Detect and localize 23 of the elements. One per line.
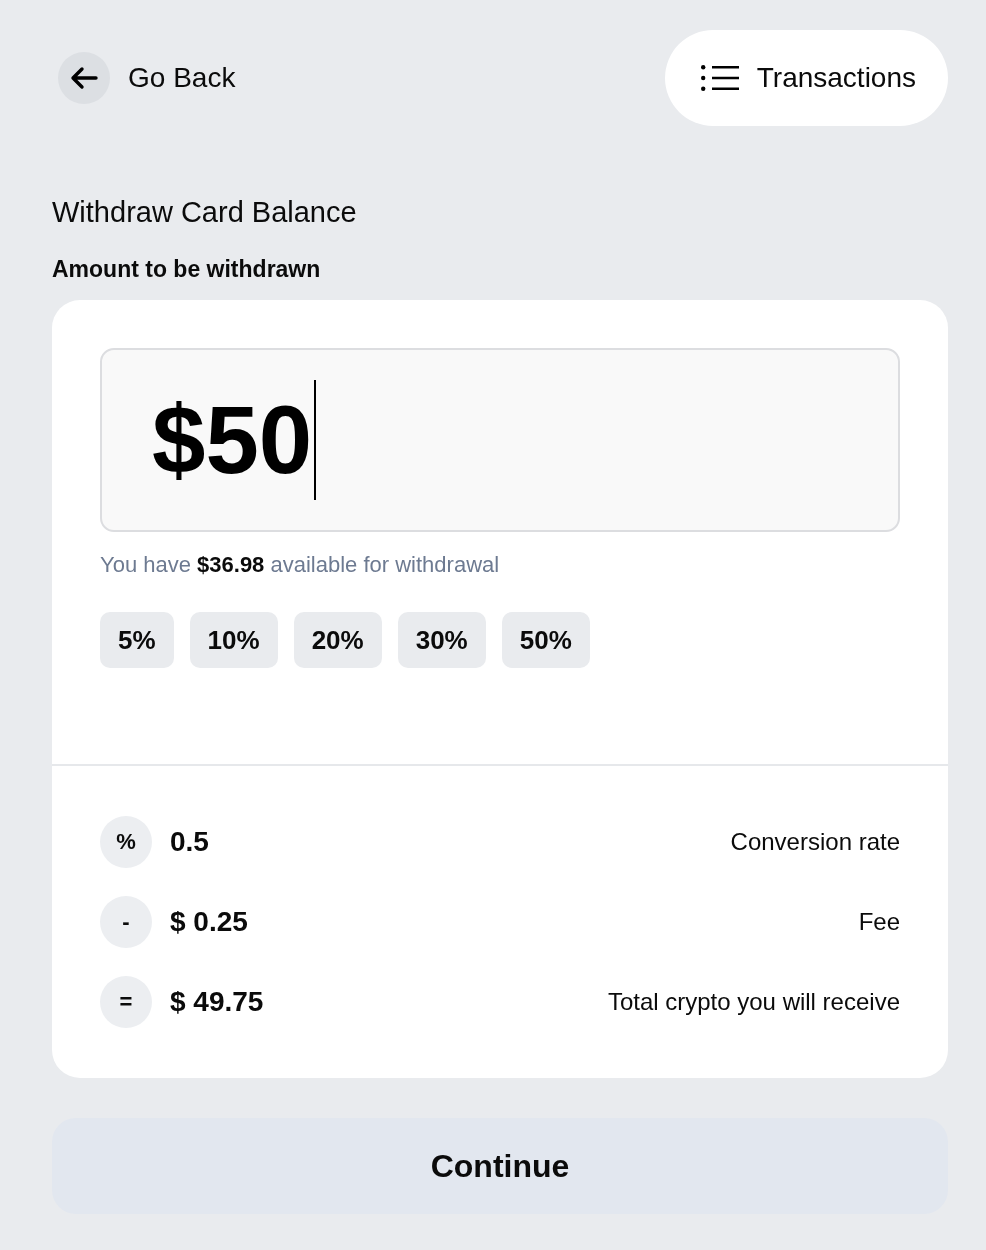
summary-label: Total crypto you will receive — [607, 988, 900, 1016]
back-button[interactable]: Go Back — [52, 52, 236, 104]
percent-preset-button[interactable]: 5% — [100, 612, 174, 668]
arrow-left-icon — [58, 52, 110, 104]
symbol-badge: = — [100, 976, 152, 1028]
percent-preset-button[interactable]: 50% — [501, 612, 590, 668]
symbol-badge: - — [100, 896, 152, 948]
symbol-badge: % — [100, 816, 152, 868]
amount-label: Amount to be withdrawn — [52, 256, 322, 282]
page-title: Withdraw Card Balance — [52, 196, 358, 228]
summary-value: $ 0.25 — [170, 906, 248, 938]
percent-preset-button[interactable]: 20% — [293, 612, 382, 668]
summary-label: Conversion rate — [730, 828, 900, 856]
summary-value: $ 49.75 — [170, 986, 264, 1018]
summary-label: Fee — [858, 908, 900, 936]
summary-value: 0.5 — [170, 826, 209, 858]
amount-input[interactable]: $50 — [100, 348, 900, 532]
percent-preset-button[interactable]: 30% — [397, 612, 486, 668]
percent-preset-button[interactable]: 10% — [189, 612, 278, 668]
transactions-button[interactable]: Transactions — [664, 30, 948, 126]
continue-button[interactable]: Continue — [52, 1118, 948, 1214]
available-balance-note: You have $36.98 available for withdrawal — [100, 552, 501, 578]
list-icon — [700, 65, 739, 91]
